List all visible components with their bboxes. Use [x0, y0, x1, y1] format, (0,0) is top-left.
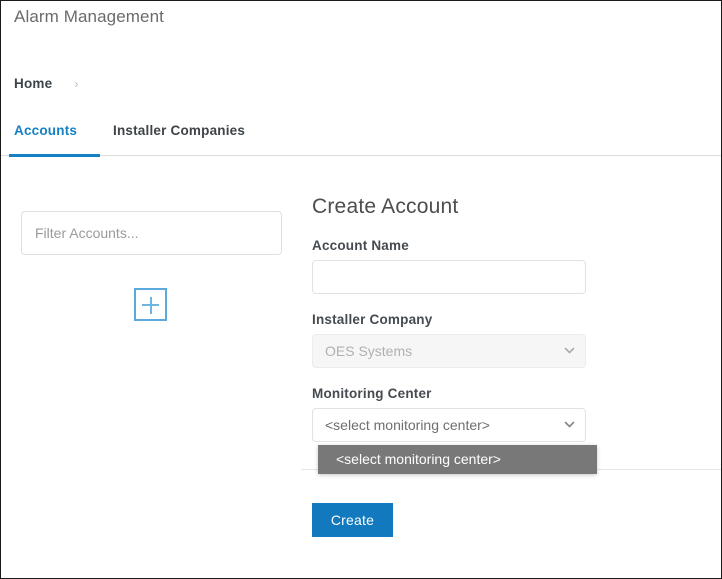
installer-company-select-wrap: OES Systems [312, 334, 586, 368]
plus-icon-vertical [150, 297, 152, 314]
tab-bar: Accounts Installer Companies [1, 120, 722, 156]
tab-accounts[interactable]: Accounts [14, 120, 77, 156]
chevron-down-icon [564, 419, 573, 428]
create-account-form: Create Account Account Name Installer Co… [301, 157, 722, 579]
tab-installer-companies[interactable]: Installer Companies [113, 120, 245, 156]
add-account-button[interactable] [134, 288, 167, 321]
label-installer-company: Installer Company [312, 312, 432, 327]
monitoring-center-value: <select monitoring center> [325, 417, 490, 433]
label-monitoring-center: Monitoring Center [312, 386, 432, 401]
breadcrumb-item-home[interactable]: Home [14, 76, 52, 91]
filter-accounts-input[interactable] [21, 211, 282, 255]
installer-company-value: OES Systems [325, 343, 412, 359]
app-window: Alarm Management Home › Accounts Install… [0, 0, 722, 579]
label-account-name: Account Name [312, 238, 409, 253]
monitoring-center-select[interactable]: <select monitoring center> [312, 408, 586, 442]
accounts-panel [1, 157, 301, 579]
monitoring-center-dropdown: <select monitoring center> [318, 445, 597, 474]
installer-company-select: OES Systems [312, 334, 586, 368]
page-title: Alarm Management [14, 7, 164, 27]
dropdown-option[interactable]: <select monitoring center> [318, 445, 597, 474]
chevron-down-icon [564, 345, 573, 354]
breadcrumb: Home › [14, 76, 78, 91]
create-button[interactable]: Create [312, 503, 393, 537]
monitoring-center-select-wrap: <select monitoring center> <select monit… [312, 408, 586, 442]
chevron-right-icon: › [74, 78, 78, 90]
form-heading: Create Account [312, 195, 458, 219]
account-name-input[interactable] [312, 260, 586, 294]
